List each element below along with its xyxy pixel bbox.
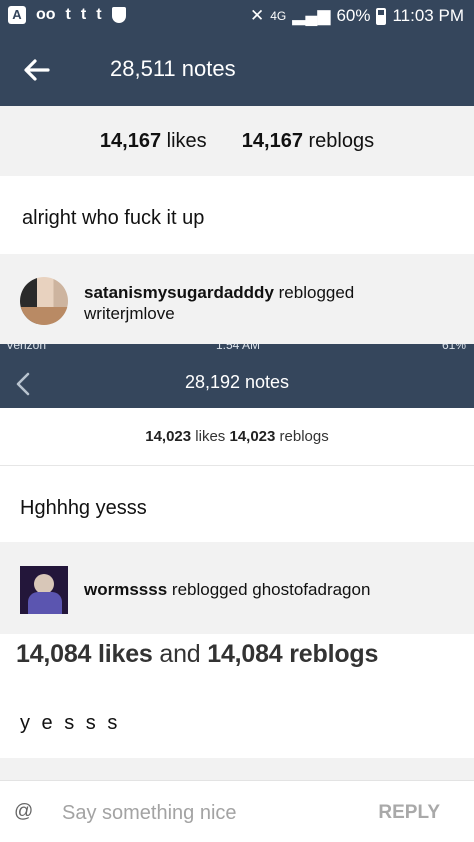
reblogs-count: 14,023 xyxy=(229,428,276,445)
status-bar-system: ✕ 4G ▂▄▆ 60% 11:03 PM xyxy=(250,6,464,26)
reply-bar: @ REPLY xyxy=(0,780,474,842)
reblogger-username[interactable]: satanismysugardadddy xyxy=(84,283,274,302)
reblogs-count: 14,084 xyxy=(207,640,283,668)
voicemail-icon: oo xyxy=(36,6,56,23)
reblogs-count: 14,167 xyxy=(241,130,303,152)
back-arrow-icon[interactable] xyxy=(20,53,54,87)
reblogger-username[interactable]: wormssss xyxy=(84,580,167,599)
reblog-source[interactable]: ghostofadragon xyxy=(252,580,370,599)
notes-header: 28,192 notes xyxy=(0,360,474,408)
avatar[interactable] xyxy=(20,277,68,325)
reply-button[interactable]: REPLY xyxy=(372,801,446,825)
likes-reblogs-summary: 14,084 likes and 14,084 reblogs xyxy=(0,634,474,678)
reblog-verb: reblogged xyxy=(278,283,355,302)
network-type: 4G xyxy=(270,9,287,23)
shield-icon xyxy=(111,7,126,23)
battery-percent: 60% xyxy=(336,6,371,25)
likes-label: likes xyxy=(98,640,153,668)
reply-note: y e s s s xyxy=(0,678,474,758)
likes-label: likes xyxy=(166,130,207,152)
tumblr-t-icon: t xyxy=(80,6,87,23)
notes-count-title: 28,511 notes xyxy=(110,56,236,81)
reply-text: Hghhhg yesss xyxy=(20,497,147,519)
status-bar-notifications: A oo t t t xyxy=(8,6,126,24)
reply-input[interactable] xyxy=(60,795,364,831)
mute-icon: ✕ xyxy=(249,6,265,25)
and-label: and xyxy=(159,640,201,668)
notes-count-title: 28,192 notes xyxy=(184,372,290,392)
battery-percent: 61% xyxy=(441,344,466,352)
likes-count: 14,084 xyxy=(16,640,92,668)
avatar[interactable] xyxy=(20,566,68,614)
clock: 11:03 PM xyxy=(392,6,464,25)
clock: 1:54 AM xyxy=(216,344,261,352)
tumblr-t-icon: t xyxy=(96,6,102,23)
reblog-note[interactable]: wormssss reblogged ghostofadragon xyxy=(0,542,474,634)
mention-at-icon[interactable]: @ xyxy=(14,801,33,823)
reply-text: alright who fuck it up xyxy=(22,207,205,229)
reply-note: Hghhhg yesss xyxy=(0,466,474,542)
likes-reblogs-summary: 14,167 likes 14,167 reblogs xyxy=(0,106,474,176)
reply-note: alright who fuck it up xyxy=(0,176,474,254)
signal-icon: ▂▄▆ xyxy=(292,6,331,25)
reblog-source[interactable]: writerjmlove xyxy=(84,304,175,323)
battery-icon xyxy=(376,7,387,25)
reply-text: y e s s s xyxy=(20,712,121,734)
tumblr-t-icon: t xyxy=(65,6,71,23)
likes-label: likes xyxy=(195,428,226,445)
tumblr-app-icon: A xyxy=(8,6,26,24)
carrier: Verizon xyxy=(6,344,47,352)
reblog-verb: reblogged xyxy=(171,580,248,599)
reblogs-label: reblogs xyxy=(279,428,329,445)
divider xyxy=(0,758,474,780)
reblog-text: wormssss reblogged ghostofadragon xyxy=(84,580,370,600)
reblog-note[interactable]: satanismysugardadddy reblogged writerjml… xyxy=(0,254,474,344)
status-bar-cropped: Verizon 1:54 AM 61% xyxy=(0,344,474,360)
notes-header: 28,511 notes xyxy=(0,34,474,106)
likes-count: 14,023 xyxy=(145,428,192,445)
reblogs-label: reblogs xyxy=(308,130,375,152)
reblog-text: satanismysugardadddy reblogged writerjml… xyxy=(84,282,354,324)
status-bar: A oo t t t ✕ 4G ▂▄▆ 60% 11:03 PM xyxy=(0,0,474,34)
likes-reblogs-summary: 14,023 likes 14,023 reblogs xyxy=(0,408,474,466)
likes-count: 14,167 xyxy=(99,130,162,152)
reblogs-label: reblogs xyxy=(289,640,379,668)
